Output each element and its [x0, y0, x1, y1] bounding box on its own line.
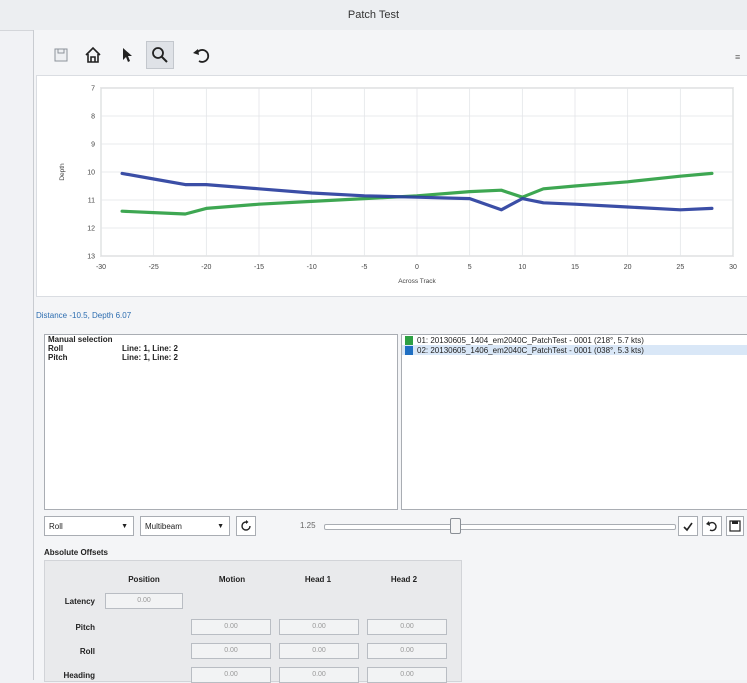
selection-header: Manual selection — [48, 335, 113, 344]
column-header: Head 1 — [304, 575, 332, 584]
undo-icon — [193, 49, 210, 63]
pointer-icon — [123, 48, 132, 62]
home-icon — [85, 46, 101, 63]
refresh-icon — [241, 520, 251, 531]
x-tick-label: 25 — [676, 264, 684, 271]
zoom-button[interactable] — [146, 41, 174, 69]
chart[interactable]: -30 -25 -20 -15 -10 -5 0 5 10 15 20 25 30 7 8 9 10 11 12 13… — [37, 76, 747, 296]
x-tick-label: -20 — [201, 264, 211, 271]
y-tick-label: 7 — [91, 86, 95, 93]
pointer-button[interactable] — [114, 42, 140, 68]
row-label: Pitch — [75, 623, 95, 632]
overflow-menu-icon[interactable]: ≡ — [735, 52, 740, 62]
heading-head1-field[interactable]: 0.00 — [279, 667, 359, 683]
y-axis-label: Depth — [59, 163, 66, 181]
column-header: Position — [128, 575, 160, 584]
pitch-head2-field[interactable]: 0.00 — [367, 619, 447, 635]
roll-head2-field[interactable]: 0.00 — [367, 643, 447, 659]
chevron-down-icon: ▼ — [121, 523, 128, 530]
plot-area[interactable]: -30 -25 -20 -15 -10 -5 0 5 10 15 20 25 30 7 8 9 10 11 12 13… — [36, 75, 747, 297]
latency-position-field[interactable]: 0.00 — [105, 593, 183, 609]
roll-motion-field[interactable]: 0.00 — [191, 643, 271, 659]
window-title: Patch Test — [347, 9, 400, 21]
chevron-down-icon: ▼ — [217, 523, 224, 530]
row-label: Roll — [79, 647, 95, 656]
slider-value: 1.25 — [300, 521, 316, 530]
x-tick-label: -10 — [307, 264, 317, 271]
list-item[interactable]: 01: 20130605_1404_em2040C_PatchTest - 00… — [402, 335, 747, 345]
y-tick-label: 9 — [91, 142, 95, 149]
x-tick-label: 0 — [415, 264, 419, 271]
refresh-button[interactable] — [236, 516, 256, 536]
y-tick-label: 11 — [88, 198, 95, 205]
y-tick-label: 10 — [87, 170, 95, 177]
y-tick-label: 12 — [87, 226, 95, 233]
color-swatch — [405, 345, 413, 355]
lines-list[interactable]: 01: 20130605_1404_em2040C_PatchTest - 00… — [401, 334, 747, 510]
save-button[interactable] — [48, 42, 74, 68]
undo-button[interactable] — [188, 42, 214, 68]
save-icon — [54, 48, 68, 62]
selection-row: Pitch Line: 1, Line: 2 — [48, 353, 179, 362]
x-tick-label: -25 — [149, 264, 159, 271]
selection-row: Roll Line: 1, Line: 2 — [48, 344, 179, 353]
column-header: Head 2 — [390, 575, 418, 584]
save-button[interactable] — [726, 516, 744, 536]
x-tick-label: 20 — [624, 264, 632, 271]
roll-head1-field[interactable]: 0.00 — [279, 643, 359, 659]
x-tick-label: 10 — [518, 264, 526, 271]
selection-panel[interactable]: Manual selection Roll Line: 1, Line: 2 P… — [44, 334, 398, 510]
mode-select[interactable]: Roll ▼ — [44, 516, 134, 536]
x-tick-label: -5 — [361, 264, 367, 271]
row-label: Latency — [64, 597, 95, 606]
pitch-head1-field[interactable]: 0.00 — [279, 619, 359, 635]
slider-thumb[interactable] — [449, 518, 461, 534]
sensor-select[interactable]: Multibeam ▼ — [140, 516, 230, 536]
slider-track[interactable] — [324, 524, 676, 530]
home-button[interactable] — [80, 42, 106, 68]
color-swatch — [405, 335, 413, 345]
x-tick-label: -30 — [96, 264, 106, 271]
apply-icon — [683, 522, 693, 532]
cursor-readout: Distance -10.5, Depth 6.07 — [36, 311, 132, 320]
list-item[interactable]: 02: 20130605_1406_em2040C_PatchTest - 00… — [402, 345, 747, 355]
x-tick-label: 30 — [729, 264, 737, 271]
zoom-icon — [152, 47, 168, 63]
x-axis-label: Across Track — [398, 278, 436, 285]
save-icon — [729, 520, 741, 532]
heading-head2-field[interactable]: 0.00 — [367, 667, 447, 683]
pitch-motion-field[interactable]: 0.00 — [191, 619, 271, 635]
apply-button[interactable] — [678, 516, 698, 536]
undo-icon — [706, 521, 717, 532]
heading-motion-field[interactable]: 0.00 — [191, 667, 271, 683]
y-tick-label: 8 — [91, 114, 95, 121]
reset-button[interactable] — [702, 516, 722, 536]
column-header: Motion — [218, 575, 246, 584]
y-tick-label: 13 — [87, 254, 95, 261]
offsets-grid: Position Motion Head 1 Head 2 Latency 0.… — [44, 560, 462, 683]
offsets-title: Absolute Offsets — [44, 548, 109, 557]
x-tick-label: 15 — [571, 264, 579, 271]
row-label: Heading — [63, 671, 95, 680]
title-bar: Patch Test — [0, 0, 747, 31]
x-tick-label: 5 — [468, 264, 472, 271]
controls-row: Roll ▼ Multibeam ▼ 1.25 — [44, 516, 747, 540]
x-tick-label: -15 — [254, 264, 264, 271]
